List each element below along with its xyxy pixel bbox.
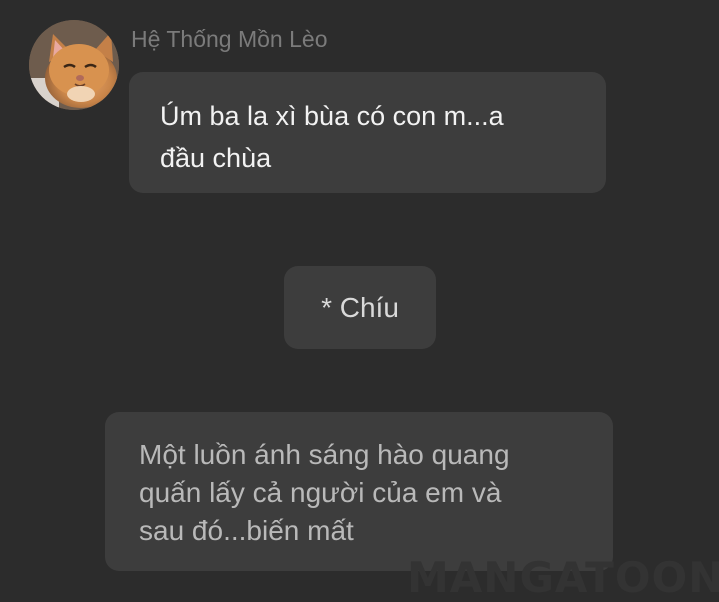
sender-name: Hệ Thống Mồn Lèo [131, 26, 328, 52]
watermark: MANGATOON [407, 553, 719, 602]
message-bubble[interactable]: Úm ba la xì bùa có con m...a đầu chùa [129, 72, 606, 193]
message-text: * Chíu [321, 291, 399, 323]
sender-avatar[interactable] [29, 20, 119, 110]
cat-avatar-icon [29, 20, 119, 110]
narration-text: Một luồn ánh sáng hào quang quấn lấy cả … [139, 439, 510, 546]
narration-bubble[interactable]: Một luồn ánh sáng hào quang quấn lấy cả … [105, 412, 613, 571]
message-text: Úm ba la xì bùa có con m...a đầu chùa [160, 101, 504, 173]
message-bubble[interactable]: * Chíu [284, 266, 436, 349]
